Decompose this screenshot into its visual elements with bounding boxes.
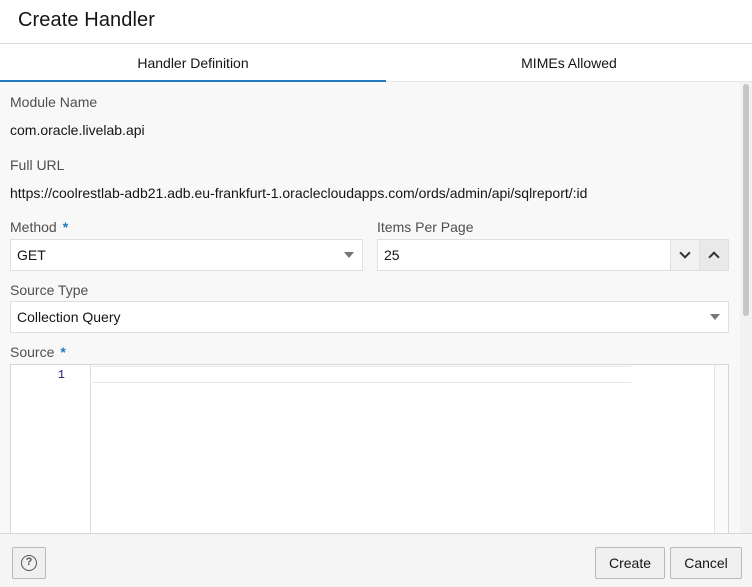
- current-line-highlight: [92, 366, 631, 383]
- editor-scrollbar[interactable]: [714, 365, 728, 533]
- chevron-up-icon: [708, 251, 720, 263]
- method-select[interactable]: GET: [10, 239, 363, 271]
- module-name-label: Module Name: [10, 94, 98, 110]
- source-label: Source *: [10, 344, 66, 360]
- items-per-page-label: Items Per Page: [377, 219, 474, 235]
- decrement-button[interactable]: [670, 240, 699, 270]
- create-button[interactable]: Create: [595, 547, 665, 579]
- source-type-select[interactable]: Collection Query: [10, 301, 729, 333]
- method-label: Method *: [10, 219, 68, 235]
- dialog-body: Module Name com.oracle.livelab.api Full …: [0, 82, 752, 533]
- full-url-label: Full URL: [10, 157, 65, 173]
- source-type-select-value: Collection Query: [17, 309, 121, 325]
- tab-mimes-allowed[interactable]: MIMEs Allowed: [386, 44, 752, 82]
- help-button[interactable]: ?: [12, 547, 46, 579]
- module-name-value: com.oracle.livelab.api: [10, 122, 145, 138]
- dialog-title: Create Handler: [18, 9, 156, 31]
- source-type-label: Source Type: [10, 282, 89, 298]
- chevron-down-icon: [679, 247, 691, 259]
- source-required-mark: *: [60, 344, 66, 360]
- caret-down-icon: [710, 314, 720, 320]
- tab-handler-definition[interactable]: Handler Definition: [0, 44, 386, 83]
- dialog-header: Create Handler: [0, 0, 752, 44]
- method-required-mark: *: [62, 219, 69, 235]
- dialog-scrollbar-thumb[interactable]: [743, 84, 749, 316]
- help-icon: ?: [21, 555, 37, 571]
- caret-down-icon: [344, 252, 354, 258]
- source-label-text: Source: [10, 344, 55, 360]
- items-per-page-stepper: [377, 239, 729, 271]
- line-number-gutter: 1: [11, 365, 91, 533]
- tab-bar: Handler Definition MIMEs Allowed: [0, 44, 752, 83]
- items-per-page-input[interactable]: [378, 240, 670, 270]
- method-label-text: Method: [10, 219, 57, 235]
- cancel-button[interactable]: Cancel: [670, 547, 742, 579]
- line-number: 1: [57, 368, 65, 382]
- increment-button[interactable]: [699, 240, 728, 270]
- dialog-footer: ? Create Cancel: [0, 533, 752, 587]
- method-select-value: GET: [17, 247, 46, 263]
- source-code-editor[interactable]: 1: [10, 364, 729, 533]
- dialog-scrollbar[interactable]: [740, 82, 752, 533]
- full-url-value: https://coolrestlab-adb21.adb.eu-frankfu…: [10, 185, 588, 201]
